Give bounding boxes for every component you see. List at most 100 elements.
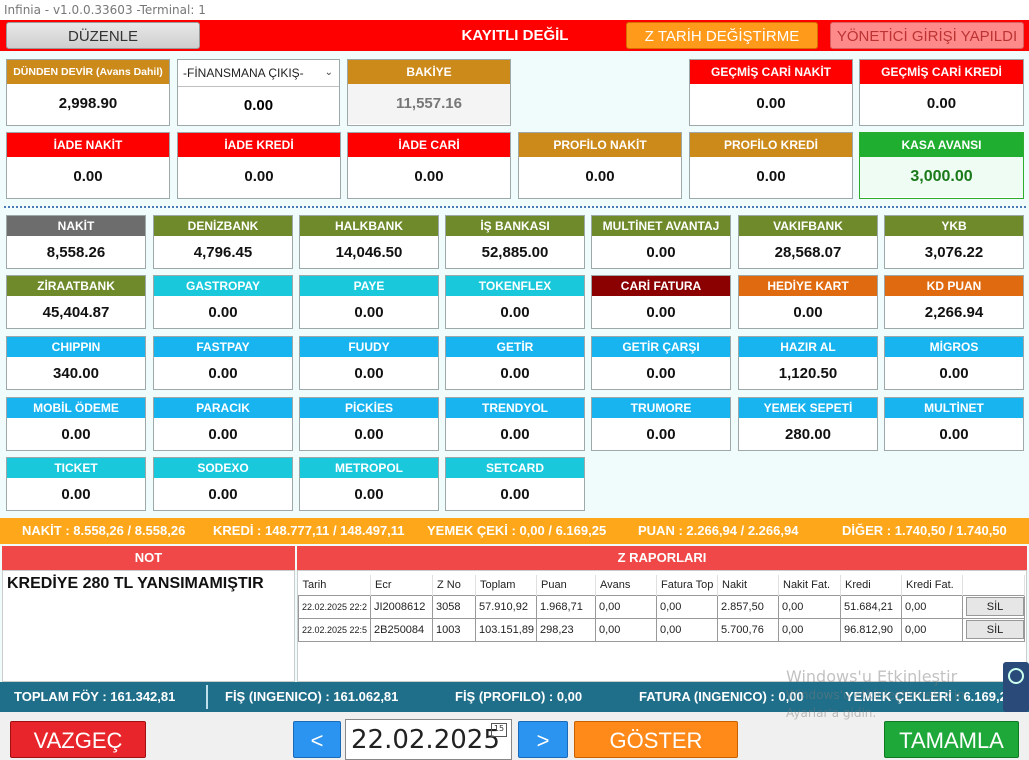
payment-label: GASTROPAY [154, 276, 292, 296]
table-cell: 0,00 [656, 594, 718, 619]
summary-puan: PUAN : 2.266,94 / 2.266,94 [638, 523, 799, 538]
payment-box[interactable]: CHIPPIN 340.00 [6, 336, 146, 390]
table-cell: 0,00 [656, 617, 718, 642]
payment-box[interactable]: METROPOL 0.00 [299, 457, 439, 511]
payment-box[interactable]: SETCARD 0.00 [445, 457, 585, 511]
table-header-row: Tarih Ecr Z No Toplam Puan Avans Fatura Top Nak… [298, 575, 1025, 595]
prev-date-button[interactable]: < [293, 721, 341, 758]
payment-box[interactable]: HEDİYE KART 0.00 [738, 275, 878, 329]
payment-label: YKB [885, 216, 1023, 236]
table-cell-action: SİL [962, 594, 1025, 619]
payment-value: 0.00 [208, 426, 238, 443]
payment-value: 45,404.87 [42, 304, 110, 321]
payment-box[interactable]: TOKENFLEX 0.00 [445, 275, 585, 329]
payment-box[interactable]: TRUMORE 0.00 [591, 397, 731, 451]
payment-label: TRENDYOL [446, 398, 584, 418]
table-header-cell: Kredi [840, 575, 902, 595]
table-row[interactable]: 22.02.2025 22:5 2B250084 1003 103.151,89 298… [298, 617, 1025, 642]
payment-value: 0.00 [500, 304, 530, 321]
payment-box[interactable]: FASTPAY 0.00 [153, 336, 293, 390]
payment-box[interactable]: YKB 3,076.22 [884, 215, 1024, 269]
bakiye-value: 11,557.16 [348, 84, 510, 124]
not-text: KREDİYE 280 TL YANSIMAMIŞTIR [7, 575, 264, 592]
payment-box[interactable]: MOBİL ÖDEME 0.00 [6, 397, 146, 451]
next-date-button[interactable]: > [518, 721, 568, 758]
iade-cari-label: İADE CARİ [348, 133, 510, 157]
tamamla-button[interactable]: TAMAMLA [884, 721, 1019, 758]
payment-box[interactable]: VAKIFBANK 28,568.07 [738, 215, 878, 269]
z-raporlari-grid: Tarih Ecr Z No Toplam Puan Avans Fatura Top Nak… [297, 570, 1027, 682]
table-header-cell [962, 575, 1025, 595]
table-cell: 22.02.2025 22:2 [298, 594, 371, 619]
payment-value: 52,885.00 [481, 244, 549, 261]
fis-ingenico: FİŞ (INGENICO) : 161.062,81 [225, 689, 399, 704]
sil-button[interactable]: SİL [966, 597, 1024, 616]
payment-value: 0.00 [939, 426, 969, 443]
calendar-icon[interactable]: 15 [491, 723, 507, 737]
payment-box[interactable]: DENİZBANK 4,796.45 [153, 215, 293, 269]
summary-nakit: NAKİT : 8.558,26 / 8.558,26 [22, 523, 186, 538]
duzenle-button[interactable]: DÜZENLE [6, 22, 200, 49]
payment-value: 0.00 [354, 426, 384, 443]
table-cell: 3058 [432, 594, 476, 619]
goster-button[interactable]: GÖSTER [574, 721, 738, 758]
payment-box[interactable]: TRENDYOL 0.00 [445, 397, 585, 451]
finansman-select[interactable]: -FİNANSMANA ÇIKIŞ- ⌄ [178, 60, 339, 87]
payment-box[interactable]: TICKET 0.00 [6, 457, 146, 511]
payment-box[interactable]: PAYE 0.00 [299, 275, 439, 329]
iade-nakit-label: İADE NAKİT [7, 133, 169, 157]
payment-label: MULTİNET [885, 398, 1023, 418]
table-cell: 22.02.2025 22:5 [298, 617, 371, 642]
payment-box[interactable]: FUUDY 0.00 [299, 336, 439, 390]
payment-value: 0.00 [939, 365, 969, 382]
payment-label: MİGROS [885, 337, 1023, 357]
table-cell: 0,00 [595, 594, 657, 619]
table-header-cell: Z No [432, 575, 476, 595]
sil-button[interactable]: SİL [966, 620, 1024, 639]
payment-box[interactable]: CARİ FATURA 0.00 [591, 275, 731, 329]
table-row[interactable]: 22.02.2025 22:2 JI2008612 3058 57.910,92 1.9… [298, 594, 1025, 619]
activation-watermark: Windows'u Etkinleştir Windows'u etkinleş… [786, 668, 965, 722]
payment-value: 0.00 [500, 426, 530, 443]
payment-box[interactable]: GETİR ÇARŞI 0.00 [591, 336, 731, 390]
table-cell-action: SİL [962, 617, 1025, 642]
yonetici-girisi-button[interactable]: YÖNETİCİ GİRİŞİ YAPILDI [830, 22, 1024, 49]
watermark-line2: Windows'u etkinleştirmek için [786, 688, 965, 702]
payment-box[interactable]: MULTİNET AVANTAJ 0.00 [591, 215, 731, 269]
payment-box[interactable]: HAZIR AL 1,120.50 [738, 336, 878, 390]
payment-box[interactable]: MİGROS 0.00 [884, 336, 1024, 390]
date-value: 22.02.2025 [351, 725, 500, 755]
iade-kredi-value: 0.00 [244, 168, 274, 185]
table-cell: 2B250084 [370, 617, 433, 642]
not-header: NOT [2, 546, 295, 570]
finansman-box: -FİNANSMANA ÇIKIŞ- ⌄ 0.00 [177, 59, 340, 126]
payment-box[interactable]: SODEXO 0.00 [153, 457, 293, 511]
bakiye-label: BAKİYE [348, 60, 510, 84]
bakiye-box: BAKİYE 11,557.16 [347, 59, 511, 126]
payment-box[interactable]: MULTİNET 0.00 [884, 397, 1024, 451]
payment-box[interactable]: GASTROPAY 0.00 [153, 275, 293, 329]
table-cell: 2.857,50 [717, 594, 779, 619]
payment-box[interactable]: YEMEK SEPETİ 280.00 [738, 397, 878, 451]
finansman-value: 0.00 [243, 97, 274, 114]
payment-box[interactable]: PARACIK 0.00 [153, 397, 293, 451]
payment-box[interactable]: GETİR 0.00 [445, 336, 585, 390]
payment-label: KD PUAN [885, 276, 1023, 296]
payment-box[interactable]: KD PUAN 2,266.94 [884, 275, 1024, 329]
payment-box[interactable]: NAKİT 8,558.26 [6, 215, 146, 269]
table-cell: 51.684,21 [840, 594, 902, 619]
not-textarea[interactable]: KREDİYE 280 TL YANSIMAMIŞTIR [2, 570, 295, 682]
z-tarih-degistirme-button[interactable]: Z TARİH DEĞİŞTİRME [626, 22, 818, 49]
kasa-avansi-label: KASA AVANSI [860, 133, 1023, 157]
vazgec-button[interactable]: VAZGEÇ [10, 721, 146, 758]
kasa-avansi-value: 3,000.00 [860, 157, 1023, 197]
table-header-cell: Fatura Top [656, 575, 718, 595]
payment-box[interactable]: İŞ BANKASI 52,885.00 [445, 215, 585, 269]
payment-box[interactable]: ZİRAATBANK 45,404.87 [6, 275, 146, 329]
payment-box[interactable]: PİCKİES 0.00 [299, 397, 439, 451]
side-tab[interactable] [1003, 662, 1029, 712]
payment-box[interactable]: HALKBANK 14,046.50 [299, 215, 439, 269]
payment-value: 3,076.22 [924, 244, 984, 261]
table-cell: 0,00 [901, 594, 963, 619]
date-field[interactable]: 22.02.2025 15 [345, 719, 512, 760]
